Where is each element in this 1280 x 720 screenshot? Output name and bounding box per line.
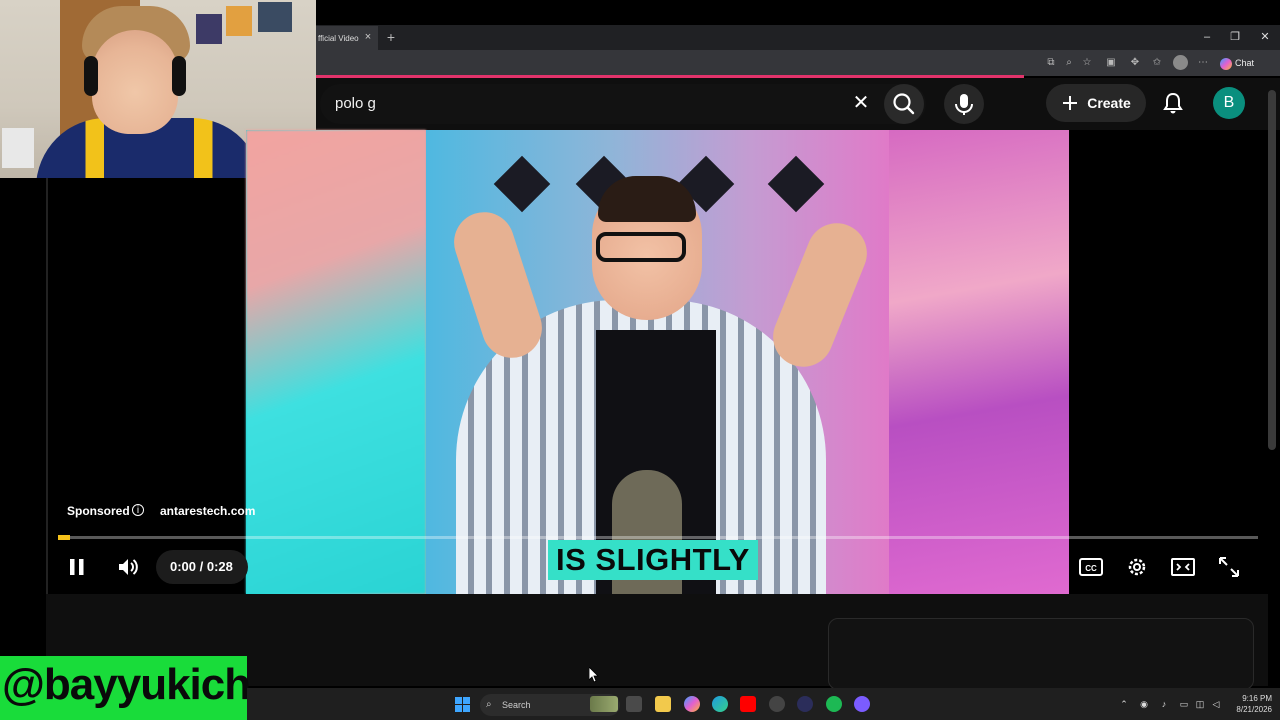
video-person-glasses bbox=[596, 232, 686, 262]
close-window-button[interactable]: ✕ bbox=[1254, 27, 1276, 47]
seek-bar-progress[interactable] bbox=[58, 535, 70, 540]
theater-mode-button[interactable] bbox=[1170, 554, 1196, 580]
webcam-poster bbox=[258, 2, 292, 32]
voice-search-button[interactable] bbox=[944, 84, 984, 124]
tab-title: fficial Video bbox=[318, 33, 359, 43]
volume-button[interactable] bbox=[115, 554, 141, 580]
copilot-chat-button[interactable]: Chat bbox=[1220, 55, 1270, 71]
fullscreen-button[interactable] bbox=[1216, 554, 1242, 580]
svg-text:CC: CC bbox=[1085, 564, 1097, 573]
microphone-tray-icon[interactable]: ♪ bbox=[1158, 697, 1170, 711]
volume-tray-icon[interactable]: ◁ bbox=[1210, 697, 1222, 711]
sponsored-label: Sponsored bbox=[67, 504, 130, 518]
settings-button[interactable] bbox=[1124, 554, 1150, 580]
video-blur-left bbox=[246, 130, 426, 594]
search-query-text[interactable]: polo g bbox=[335, 94, 376, 114]
profile-icon[interactable] bbox=[1173, 55, 1188, 70]
speaker-icon bbox=[119, 559, 138, 575]
search-icon bbox=[893, 93, 915, 115]
new-tab-button[interactable]: + bbox=[384, 29, 398, 45]
obs-icon[interactable] bbox=[769, 696, 785, 712]
sponsor-link[interactable]: antarestech.com bbox=[160, 503, 255, 519]
cc-icon: CC bbox=[1079, 558, 1103, 576]
side-card[interactable] bbox=[828, 618, 1254, 690]
browser-tab-strip bbox=[316, 25, 1280, 50]
edge-browser-icon[interactable] bbox=[712, 696, 728, 712]
fullscreen-icon bbox=[1219, 557, 1239, 577]
display-tray-icon[interactable]: ▭ bbox=[1178, 697, 1190, 711]
task-view-icon[interactable] bbox=[626, 696, 642, 712]
notifications-button[interactable] bbox=[1160, 90, 1186, 116]
youtube-app-icon[interactable] bbox=[740, 696, 756, 712]
pause-icon bbox=[70, 559, 84, 575]
windows-icon bbox=[455, 697, 470, 712]
webcam-headset-right bbox=[172, 56, 186, 96]
tray-app-icon[interactable]: ◉ bbox=[1138, 697, 1150, 711]
seek-bar[interactable] bbox=[58, 536, 1258, 539]
webcam-heater bbox=[2, 128, 34, 168]
puzzle-icon[interactable]: ✥ bbox=[1128, 55, 1142, 71]
app-icon[interactable] bbox=[854, 696, 870, 712]
zoom-icon[interactable]: ⌕ bbox=[1062, 55, 1076, 71]
create-button[interactable]: Create bbox=[1046, 84, 1146, 122]
more-menu-icon[interactable]: ⋯ bbox=[1196, 55, 1210, 71]
taskbar-clock-time[interactable]: 9:16 PM bbox=[1232, 694, 1272, 704]
start-button[interactable] bbox=[455, 697, 470, 712]
maximize-button[interactable]: ❐ bbox=[1224, 27, 1246, 47]
time-display: 0:00 / 0:28 bbox=[170, 559, 233, 574]
minimize-button[interactable]: – bbox=[1196, 27, 1218, 47]
theater-icon bbox=[1171, 558, 1195, 576]
file-explorer-icon[interactable] bbox=[655, 696, 671, 712]
account-avatar[interactable]: B bbox=[1213, 87, 1245, 119]
gear-icon bbox=[1128, 558, 1146, 576]
webcam-person-face bbox=[92, 30, 178, 134]
mouse-cursor-icon bbox=[588, 666, 599, 683]
microphone-icon bbox=[955, 94, 973, 115]
clear-search-icon[interactable]: ✕ bbox=[850, 92, 872, 114]
create-label: Create bbox=[1087, 95, 1131, 111]
spotify-icon[interactable] bbox=[826, 696, 842, 712]
captions-button[interactable]: CC bbox=[1078, 554, 1104, 580]
page-scrollbar[interactable] bbox=[1268, 90, 1276, 450]
taskbar-clock-date[interactable]: 8/21/2026 bbox=[1226, 705, 1272, 715]
search-icon: ⌕ bbox=[486, 699, 492, 710]
taskbar-search-label: Search bbox=[502, 700, 531, 710]
favorite-star-icon[interactable]: ☆ bbox=[1080, 55, 1094, 71]
app-icon[interactable] bbox=[797, 696, 813, 712]
extension-icon[interactable]: ▣ bbox=[1104, 55, 1118, 71]
open-in-app-icon[interactable]: ⧉ bbox=[1044, 55, 1058, 71]
search-input[interactable] bbox=[320, 84, 926, 124]
webcam-poster bbox=[226, 6, 252, 36]
bell-icon bbox=[1163, 92, 1183, 114]
copilot-icon bbox=[1220, 57, 1232, 70]
search-highlight-icon[interactable] bbox=[590, 696, 618, 712]
video-caption: IS SLIGHTLY bbox=[548, 540, 758, 580]
tab-close-button[interactable]: × bbox=[362, 30, 374, 44]
webcam-poster bbox=[196, 14, 222, 44]
copilot-app-icon[interactable] bbox=[684, 696, 700, 712]
streamer-handle: @bayyukich bbox=[0, 656, 251, 720]
search-button[interactable] bbox=[884, 84, 924, 124]
tray-overflow-icon[interactable]: ⌃ bbox=[1118, 697, 1130, 711]
webcam-headset-left bbox=[84, 56, 98, 96]
video-blur-right bbox=[889, 130, 1069, 594]
pause-button[interactable] bbox=[66, 555, 88, 579]
info-icon[interactable]: i bbox=[132, 504, 144, 516]
network-icon[interactable]: ◫ bbox=[1194, 697, 1206, 711]
chat-label: Chat bbox=[1235, 58, 1255, 68]
favorites-icon[interactable]: ✩ bbox=[1150, 55, 1164, 71]
plus-icon bbox=[1063, 96, 1078, 110]
